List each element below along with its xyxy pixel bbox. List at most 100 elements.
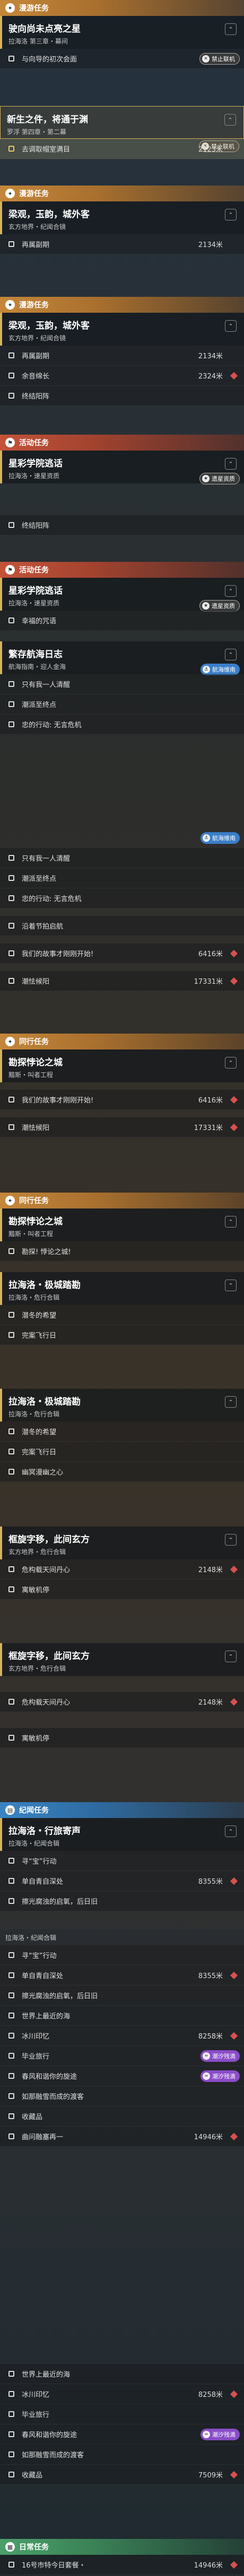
chevron-up-icon[interactable]: ⌃ [225, 209, 237, 220]
objective-row[interactable]: 春风和谐你的旋途 ≈ 潮汐残滴 [0, 2424, 244, 2445]
objective-row[interactable]: 擦光腐浊的启氧，后日旧 [0, 1891, 244, 1911]
objective-row[interactable]: 寓敏机停 [0, 1580, 244, 1600]
map-pin-icon[interactable] [230, 1971, 238, 1979]
objective-row[interactable]: 毕业旅行 [0, 2404, 244, 2424]
map-pin-icon[interactable] [230, 1698, 238, 1706]
map-pin-icon[interactable] [230, 1877, 238, 1885]
chevron-up-icon[interactable]: ⌃ [225, 1057, 237, 1069]
objective-row[interactable]: 冰川印忆 8258米 [0, 2026, 244, 2046]
map-pin-icon[interactable] [230, 1096, 238, 1104]
map-pin-icon[interactable] [230, 372, 238, 380]
objective-row[interactable]: 曲问融塞再一 14946米 [0, 2127, 244, 2147]
objective-row[interactable]: 潮派至终点 [0, 694, 244, 714]
objective-row[interactable]: 只有我一人清醒 [0, 674, 244, 694]
quest-card[interactable]: 拉海洛・极城踏勘 拉海洛・危行合辑 ⌃ [0, 1272, 244, 1305]
section-header[interactable]: ▦ 日常任务 [0, 2539, 244, 2555]
objective-row[interactable]: 忠的行动: 无言危机 [0, 714, 244, 735]
objective-row[interactable]: 世界上最近的海 [0, 2364, 244, 2384]
map-pin-icon[interactable] [230, 977, 238, 985]
map-pin-icon[interactable] [230, 1123, 238, 1131]
section-header[interactable]: ▤ 纪闻任务 [0, 1802, 244, 1818]
quest-card[interactable]: 梁观，玉韵，城外客 玄方地界・纪闻合镜 ⌃ [0, 201, 244, 234]
chevron-up-icon[interactable]: ⌃ [225, 1825, 237, 1837]
objective-row[interactable]: 收藏品 [0, 2106, 244, 2127]
quest-card[interactable]: 框旋字移，此间玄方 玄方地界・危行合辑 ⌃ [0, 1527, 244, 1559]
objective-row[interactable]: 寻“宝”行动 [0, 1851, 244, 1871]
objective-row[interactable]: 我们的故事才刚刚开始! 6416米 [0, 943, 244, 964]
map-pin-icon[interactable] [230, 2390, 238, 2398]
objective-row[interactable]: 擦光腐浊的启氧，后日旧 [0, 1986, 244, 2006]
objective-row[interactable]: 再属副期 2134米 [0, 346, 244, 366]
section-header[interactable]: ✦ 漫游任务 [0, 186, 244, 201]
objective-row[interactable]: 幽冥漫幽之心 [0, 1462, 244, 1482]
section-header[interactable]: ✦ 同行任务 [0, 1034, 244, 1049]
objective-row[interactable]: 单自青自深处 8355米 [0, 1871, 244, 1891]
objective-row[interactable]: 世界上最近的海 [0, 2006, 244, 2026]
objective-row[interactable]: 寓敏机停 [0, 1728, 244, 1748]
objective-row[interactable]: 危构载天间丹心 2148米 [0, 1692, 244, 1712]
objective-row[interactable]: 16号市特今日套餐・ 14946米 [0, 2555, 244, 2575]
objective-row[interactable]: 如那融雪而成的渡客 [0, 2086, 244, 2106]
quest-card[interactable]: 梁观，玉韵，城外客 玄方地界・纪闻合镜 ⌃ [0, 313, 244, 346]
objective-row[interactable]: 危构载天间丹心 2148米 [0, 1559, 244, 1580]
chevron-up-icon[interactable]: ⌃ [225, 458, 237, 470]
chevron-up-icon[interactable]: ⌃ [225, 1280, 237, 1291]
map-pin-icon[interactable] [230, 2032, 238, 2040]
quest-card[interactable]: 繁存航海日志 航海指南・迎人金海 ⌃ ⚓ 航海维南 [0, 641, 244, 675]
chevron-up-icon[interactable]: ⌃ [225, 23, 237, 35]
chevron-up-icon[interactable]: ⌃ [225, 585, 237, 597]
objective-row[interactable]: 潜冬的希望 [0, 1422, 244, 1442]
objective-row[interactable]: 毕业旅行 ≈ 潮汐残滴 [0, 2046, 244, 2066]
objective-row[interactable]: 只有我一人清醒 [0, 848, 244, 868]
chevron-up-icon[interactable]: ⌃ [225, 1534, 237, 1546]
quest-card[interactable]: 星彩学院逃话 拉海洛・速星资质 ⌃ ★ 遗星资质 [0, 578, 244, 612]
map-pin-icon[interactable] [230, 949, 238, 957]
map-pin-icon[interactable] [230, 2471, 238, 2478]
quest-card[interactable]: 驶向尚未点亮之星 拉海洛 第三章・幕间 ⌃ [0, 16, 244, 49]
objective-row[interactable]: 余音绵长 2324米 [0, 366, 244, 386]
objective-row[interactable]: 潜冬的希望 [0, 1305, 244, 1325]
quest-card[interactable]: 勘探悖论之城 黯斯・叫者工程 ⌃ [0, 1049, 244, 1082]
section-header[interactable]: ✦ 同行任务 [0, 1193, 244, 1208]
quest-card[interactable]: 新生之件，将通于渊 罗浮 第四章・第二幕 ⌃ ✕ 禁止联机 [0, 106, 244, 152]
chevron-up-icon[interactable]: ⌃ [225, 649, 237, 660]
objective-row[interactable]: 再属副期 2134米 [0, 234, 244, 254]
chevron-up-icon[interactable]: ⌃ [224, 114, 236, 126]
objective-row[interactable]: 幸福的咒语 [0, 611, 244, 631]
objective-row[interactable]: 潮派至终点 [0, 868, 244, 888]
quest-card[interactable]: 星彩学院逃话 拉海洛・速星资质 ⌃ ★ 遗星资质 [0, 451, 244, 484]
objective-row[interactable]: 勘探! 悖论之城! [0, 1241, 244, 1261]
quest-card[interactable]: 框旋字移，此间玄方 玄方地界・危行合辑 ⌃ [0, 1643, 244, 1676]
chevron-up-icon[interactable]: ⌃ [225, 1651, 237, 1662]
quest-card[interactable]: 拉海洛・极城踏勘 拉海洛・危行合辑 ⌃ [0, 1389, 244, 1422]
section-header[interactable]: ⚑ 活动任务 [0, 562, 244, 578]
quest-card[interactable]: 勘探悖论之城 黯斯・叫者工程 ⌃ [0, 1208, 244, 1241]
objective-row[interactable]: 沿着节拍启航 [0, 916, 244, 936]
objective-row[interactable]: 冰川印忆 8258米 [0, 2384, 244, 2404]
map-pin-icon[interactable] [230, 2561, 238, 2569]
section-header[interactable]: ⚑ 活动任务 [0, 435, 244, 451]
objective-row[interactable]: 春风和谐你的旋途 ≈ 潮汐残滴 [0, 2066, 244, 2086]
objective-row[interactable]: 潮怯候阳 17331米 [0, 971, 244, 991]
section-header[interactable]: ✦ 漫游任务 [0, 297, 244, 313]
map-pin-icon[interactable] [230, 1565, 238, 1573]
map-pin-icon[interactable] [230, 2132, 238, 2140]
objective-row[interactable]: 寻“宝”行动 [0, 1945, 244, 1965]
objective-row[interactable]: 终结阳阵 [0, 386, 244, 406]
section-header[interactable]: ✦ 漫游任务 [0, 0, 244, 16]
objective-row[interactable]: 单自青自深处 8355米 [0, 1965, 244, 1986]
objective-row[interactable]: 我们的故事才刚刚开始! 6416米 [0, 1090, 244, 1110]
objective-row[interactable]: 潮怯候阳 17331米 [0, 1117, 244, 1137]
objective-row[interactable]: 完案飞行日 [0, 1442, 244, 1462]
chevron-up-icon[interactable]: ⌃ [225, 1396, 237, 1408]
objective-row[interactable]: 完案飞行日 [0, 1325, 244, 1345]
objective-row[interactable]: 去调取帽室满目 2123米 [0, 139, 244, 159]
chevron-up-icon[interactable]: ⌃ [225, 1216, 237, 1228]
quest-card[interactable]: 拉海洛・行旅寄声 拉海洛・纪闻合辑 ⌃ [0, 1818, 244, 1851]
chevron-up-icon[interactable]: ⌃ [225, 320, 237, 332]
objective-row[interactable]: 如那融雪而成的渡客 [0, 2445, 244, 2465]
objective-row[interactable]: 与向导的初次会面 ✕ 禁止联机 [0, 49, 244, 69]
objective-row[interactable]: 收藏品 7509米 [0, 2465, 244, 2485]
objective-row[interactable]: 忠的行动: 无言危机 [0, 888, 244, 908]
objective-row[interactable]: 终结阳阵 [0, 515, 244, 535]
